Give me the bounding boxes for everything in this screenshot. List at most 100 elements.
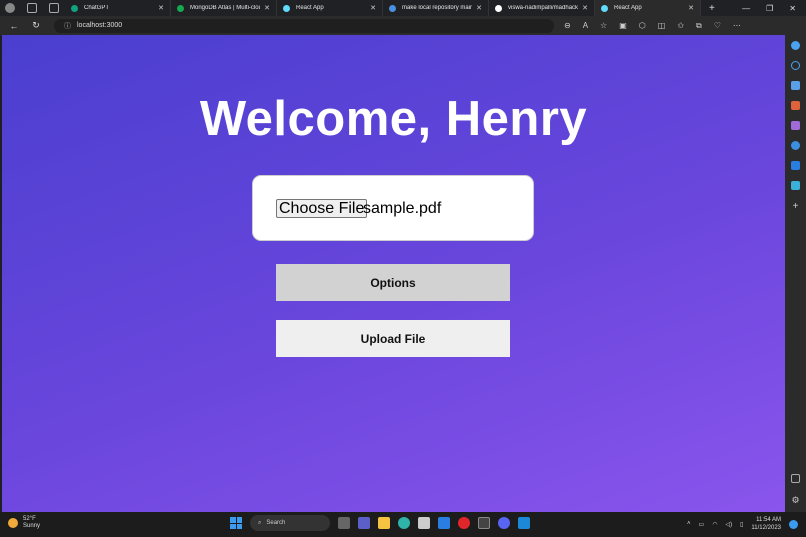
more-menu-icon[interactable]: ⋯	[733, 21, 741, 31]
microsoft-365-icon[interactable]	[791, 141, 800, 150]
task-view-icon[interactable]	[338, 517, 350, 529]
taskbar-search[interactable]: ⌕ Search	[250, 515, 330, 531]
collections-icon[interactable]: ⧉	[696, 21, 702, 31]
wifi-icon[interactable]: ◠	[712, 521, 717, 528]
volume-icon[interactable]: ◁)	[725, 521, 732, 528]
chatgpt-icon	[71, 4, 78, 12]
tools-icon[interactable]	[791, 101, 800, 110]
vscode-icon[interactable]	[518, 517, 530, 529]
taskbar-apps: ⌕ Search	[230, 515, 530, 531]
store-icon[interactable]	[418, 517, 430, 529]
search-icon: ⌕	[258, 519, 262, 526]
upload-file-button[interactable]: Upload File	[276, 320, 510, 357]
close-tab-icon[interactable]: ✕	[476, 4, 482, 12]
tab-chatgpt[interactable]: ChatGPT ✕	[65, 0, 171, 16]
favorites-icon[interactable]: ✩	[677, 21, 684, 31]
edge-icon[interactable]	[398, 517, 410, 529]
options-button[interactable]: Options	[276, 264, 510, 301]
tab-github[interactable]: viswa-nadimpalli/madhacks ✕	[489, 0, 595, 16]
weather-text: 52°F Sunny	[23, 516, 40, 530]
tab-actions-icon[interactable]	[49, 3, 59, 13]
close-tab-icon[interactable]: ✕	[582, 4, 588, 12]
settings-icon[interactable]: ⚙	[791, 495, 799, 506]
browser-tab-bar: ChatGPT ✕ MongoDB Atlas | Multi-cloud ✕ …	[0, 0, 806, 16]
feedback-icon[interactable]: ♡	[714, 21, 721, 31]
sun-icon	[8, 518, 18, 528]
tab-mongodb[interactable]: MongoDB Atlas | Multi-cloud ✕	[171, 0, 277, 16]
minimize-icon[interactable]: —	[742, 4, 750, 13]
close-window-icon[interactable]: ✕	[789, 4, 796, 13]
notification-icon[interactable]	[789, 519, 798, 529]
back-icon[interactable]: ←	[8, 21, 20, 31]
close-tab-icon[interactable]: ✕	[370, 4, 376, 12]
mail-icon[interactable]	[438, 517, 450, 529]
tab-react-app[interactable]: React App ✕	[277, 0, 383, 16]
react-icon	[283, 4, 290, 12]
extensions-icon[interactable]: ⬡	[639, 21, 646, 31]
search-label: Search	[266, 520, 286, 526]
url-field[interactable]: ⓘ localhost:3000	[54, 18, 554, 33]
sidebar-bottom: ⚙	[791, 474, 800, 506]
browser-sidebar: + ⚙	[785, 35, 806, 512]
react-icon	[601, 4, 608, 12]
shopping-icon[interactable]	[791, 81, 800, 90]
profile-icon[interactable]	[5, 3, 15, 13]
add-sidebar-app-icon[interactable]: +	[793, 201, 799, 212]
tray-app-icon[interactable]: ▭	[699, 521, 705, 528]
system-tray: ˄ ▭ ◠ ◁) ▯ 11:54 AM 11/12/2023	[687, 516, 798, 532]
terminal-icon[interactable]	[478, 517, 490, 529]
date: 11/12/2023	[751, 525, 781, 531]
tab-label: make local repository main	[402, 5, 473, 11]
zoom-icon[interactable]: ⊖	[564, 21, 571, 31]
games-icon[interactable]	[791, 121, 800, 130]
choose-file-button[interactable]: Choose File	[276, 199, 368, 218]
tab-react-app-active[interactable]: React App ✕	[595, 0, 701, 16]
window-controls: — ❐ ✕	[742, 4, 806, 13]
copilot-icon[interactable]	[791, 41, 800, 50]
restore-icon[interactable]: ❐	[766, 4, 773, 13]
address-bar-actions: ⊖ A ☆ ▣ ⬡ ◫ ✩ ⧉ ♡ ⋯	[564, 21, 741, 31]
file-explorer-icon[interactable]	[378, 517, 390, 529]
tab-label: React App	[296, 5, 324, 11]
taskbar: 52°F Sunny ⌕ Search ˄ ▭ ◠ ◁) ▯ 11:54 AM …	[0, 512, 806, 537]
address-bar-row: ← ↻ ⓘ localhost:3000 ⊖ A ☆ ▣ ⬡ ◫ ✩ ⧉ ♡ ⋯	[0, 16, 806, 35]
new-tab-icon[interactable]: +	[709, 3, 715, 14]
split-screen-icon[interactable]: ◫	[658, 21, 666, 31]
selected-file-name: sample.pdf	[363, 200, 442, 217]
file-input-card: Choose File sample.pdf	[252, 175, 534, 241]
page-content: Welcome, Henry Choose File sample.pdf Op…	[2, 35, 785, 512]
outlook-icon[interactable]	[791, 161, 800, 170]
extension-icon[interactable]: ▣	[619, 21, 627, 31]
close-tab-icon[interactable]: ✕	[158, 4, 164, 12]
tab-search[interactable]: make local repository main ✕	[383, 0, 489, 16]
site-info-icon[interactable]: ⓘ	[64, 21, 71, 31]
chevron-up-icon[interactable]: ˄	[687, 521, 691, 527]
opera-icon[interactable]	[458, 517, 470, 529]
discord-icon[interactable]	[498, 517, 510, 529]
search-icon[interactable]	[791, 61, 800, 70]
teams-icon[interactable]	[358, 517, 370, 529]
refresh-icon[interactable]: ↻	[30, 20, 42, 31]
tab-label: MongoDB Atlas | Multi-cloud	[190, 5, 261, 11]
url-text: localhost:3000	[77, 22, 123, 29]
close-tab-icon[interactable]: ✕	[688, 4, 694, 12]
mongodb-icon	[177, 4, 184, 12]
battery-icon[interactable]: ▯	[740, 521, 743, 528]
search-icon	[389, 4, 396, 12]
clock[interactable]: 11:54 AM 11/12/2023	[751, 516, 781, 532]
favorite-star-icon[interactable]: ☆	[600, 21, 607, 31]
windows-start-icon[interactable]	[230, 517, 242, 529]
hide-sidebar-icon[interactable]	[791, 474, 800, 483]
workspaces-icon[interactable]	[27, 3, 37, 13]
page-title: Welcome, Henry	[199, 92, 588, 146]
weather-widget[interactable]: 52°F Sunny	[8, 516, 40, 530]
time: 11:54 AM	[756, 517, 781, 523]
github-icon	[495, 4, 502, 12]
read-aloud-icon[interactable]: A	[583, 21, 588, 31]
send-icon[interactable]	[791, 181, 800, 190]
weather-temp: 52°F	[23, 516, 36, 522]
tab-label: viswa-nadimpalli/madhacks	[508, 5, 579, 11]
close-tab-icon[interactable]: ✕	[264, 4, 270, 12]
tab-label: React App	[614, 5, 642, 11]
tab-label: ChatGPT	[84, 5, 110, 11]
